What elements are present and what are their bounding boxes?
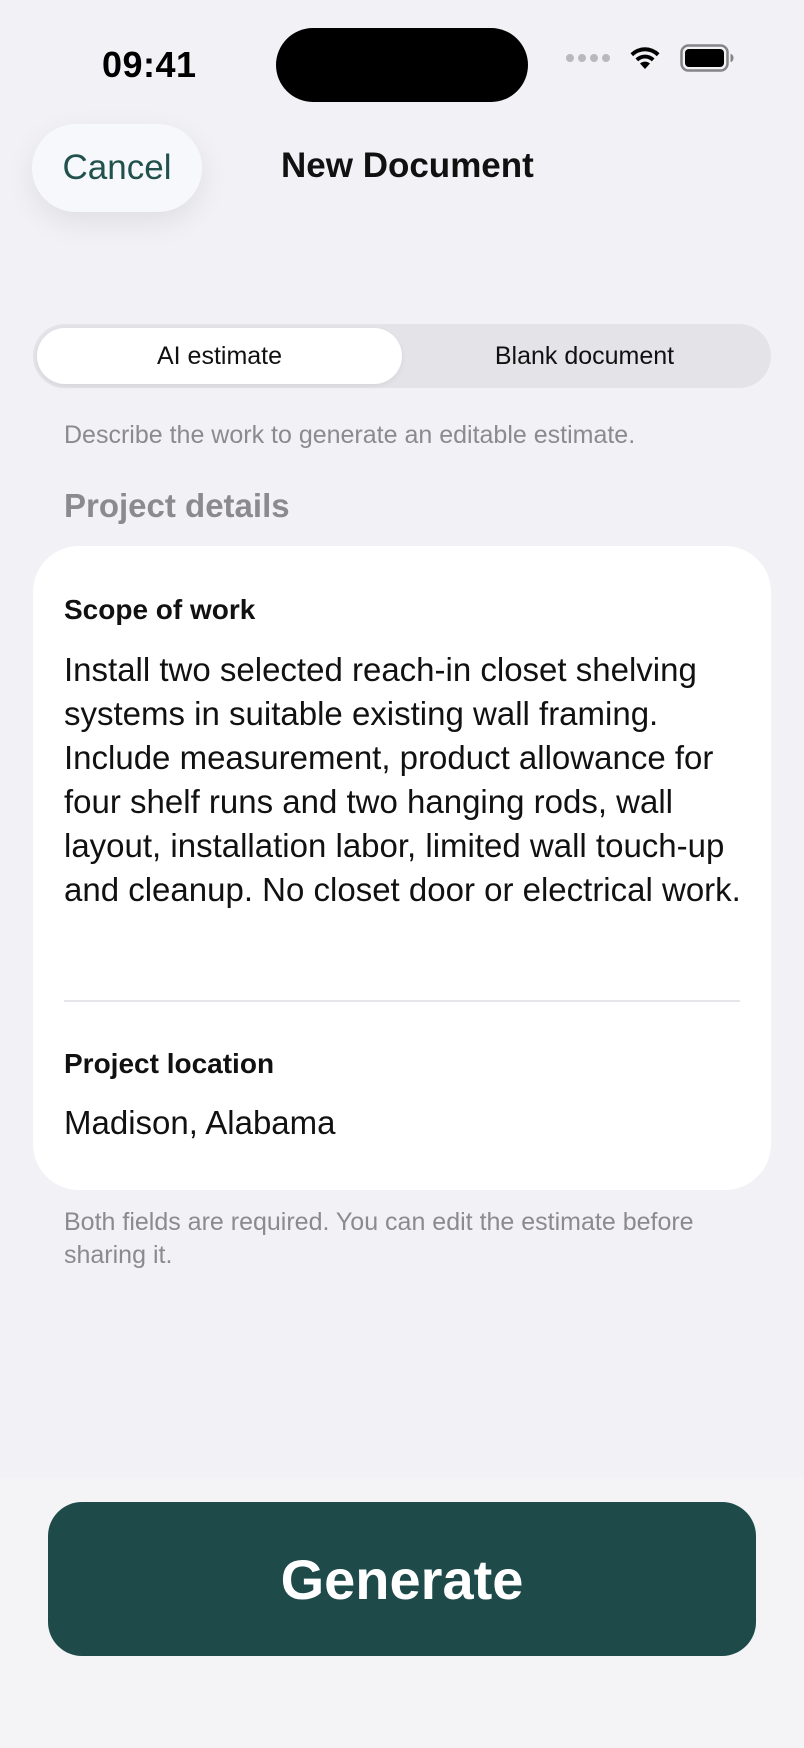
- screen: 09:41 Cancel New Document AI estimate Bl…: [0, 0, 804, 1748]
- helper-text: Describe the work to generate an editabl…: [64, 421, 636, 449]
- project-details-card: Scope of work Install two selected reach…: [33, 546, 771, 1190]
- battery-icon: [680, 44, 734, 72]
- signal-icon: [566, 54, 610, 62]
- cancel-button[interactable]: Cancel: [32, 124, 202, 212]
- document-type-segmented-control: AI estimate Blank document: [33, 324, 771, 388]
- page-title: New Document: [281, 146, 534, 185]
- segment-ai-estimate[interactable]: AI estimate: [37, 328, 402, 384]
- divider: [64, 1000, 740, 1002]
- project-location-field[interactable]: Madison, Alabama: [64, 1104, 336, 1142]
- segment-blank-document[interactable]: Blank document: [402, 328, 767, 384]
- footnote: Both fields are required. You can edit t…: [64, 1208, 694, 1269]
- status-time: 09:41: [102, 44, 197, 85]
- status-icons: [566, 44, 734, 72]
- wifi-icon: [630, 47, 660, 69]
- dynamic-island: [276, 28, 528, 102]
- location-label: Project location: [64, 1048, 275, 1079]
- generate-button[interactable]: Generate: [48, 1502, 756, 1656]
- scope-label: Scope of work: [64, 594, 256, 625]
- scope-of-work-field[interactable]: Install two selected reach-in closet she…: [64, 648, 744, 912]
- section-header: Project details: [64, 487, 290, 524]
